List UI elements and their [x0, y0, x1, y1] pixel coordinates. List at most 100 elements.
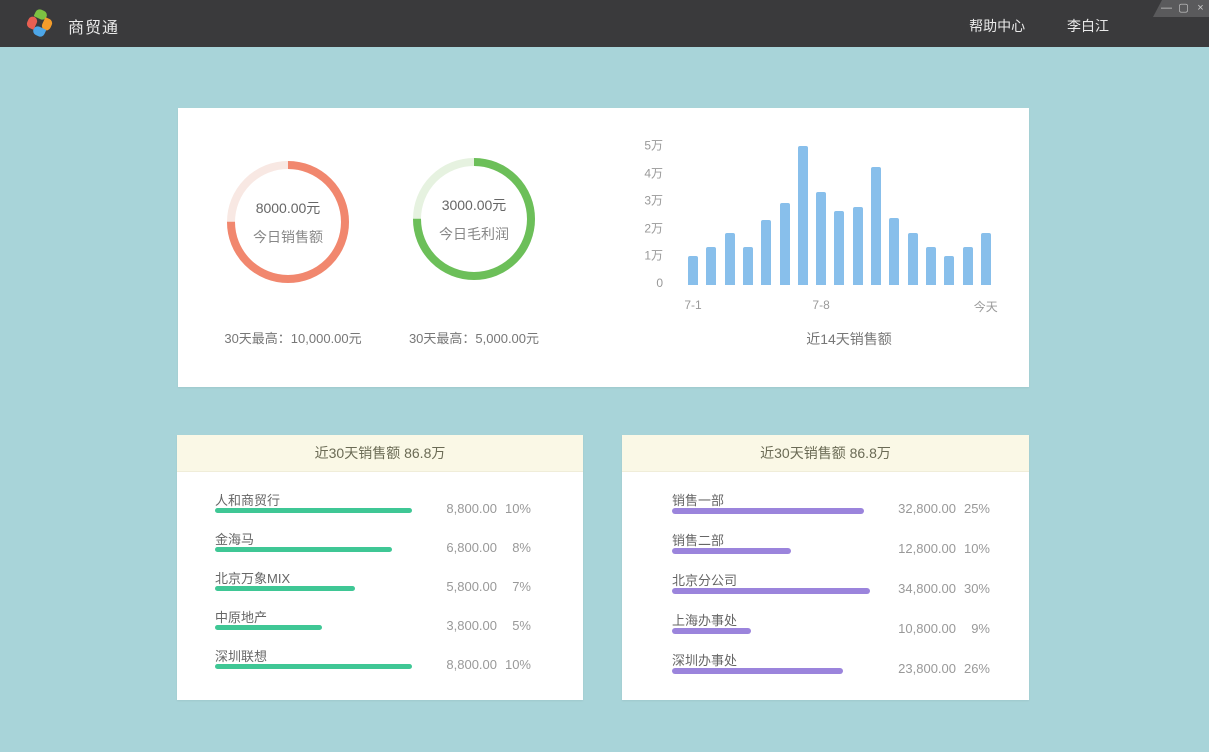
row-values: 8,800.0010%: [427, 657, 531, 672]
row-amount: 8,800.00: [427, 657, 497, 672]
row-bar: [215, 586, 355, 591]
y-tick-label: 0: [656, 276, 663, 290]
row-amount: 23,800.00: [886, 661, 956, 676]
row-amount: 32,800.00: [886, 501, 956, 516]
ranking-row: 深圳联想 8,800.0010%: [177, 644, 583, 683]
ranking-row: 深圳办事处 23,800.0026%: [622, 648, 1029, 688]
row-values: 3,800.005%: [427, 618, 531, 633]
row-values: 23,800.0026%: [886, 661, 990, 676]
sales-bar-3: [743, 247, 753, 286]
today-profit-gauge: 3000.00元 今日毛利润: [412, 157, 536, 281]
help-center-link[interactable]: 帮助中心: [969, 18, 1025, 34]
row-label: 销售二部: [672, 530, 724, 549]
bar-chart-y-axis: 5万4万3万2万1万0: [603, 108, 663, 298]
row-label: 深圳联想: [215, 646, 267, 665]
window-controls: — ▢ ×: [1153, 0, 1209, 17]
row-bar: [672, 508, 864, 514]
bar-chart-x-axis: 7-17-8今天: [688, 298, 1010, 314]
sales-bar-1: [706, 247, 716, 286]
sales-bar-2: [725, 233, 735, 285]
row-percent: 10%: [497, 657, 531, 672]
y-tick-label: 3万: [644, 192, 663, 209]
panel-header: 近30天销售额 86.8万: [622, 435, 1029, 472]
row-label: 北京万象MIX: [215, 568, 290, 587]
sales-bar-5: [780, 203, 790, 286]
sales-bar-8: [834, 211, 844, 285]
row-amount: 8,800.00: [427, 501, 497, 516]
sales-bar-13: [926, 247, 936, 286]
sales-bar-15: [963, 247, 973, 286]
ranking-row: 中原地产3,800.005%: [177, 605, 583, 644]
user-name-link[interactable]: 李白江: [1067, 18, 1109, 34]
row-bar: [672, 628, 751, 634]
gauge-label: 今日销售额: [253, 227, 323, 247]
gauge-value: 8000.00元: [256, 198, 321, 218]
row-label: 北京分公司: [672, 570, 737, 589]
sales-bar-0: [688, 256, 698, 285]
row-percent: 26%: [956, 661, 990, 676]
panel-title: 近30天销售额 86.8万: [760, 445, 891, 461]
ranking-row: 金海马 6,800.008%: [177, 527, 583, 566]
row-label: 金海马: [215, 529, 254, 548]
row-bar: [215, 625, 322, 630]
row-bar: [215, 547, 392, 552]
row-values: 8,800.0010%: [427, 501, 531, 516]
row-values: 32,800.0025%: [886, 501, 990, 516]
row-amount: 5,800.00: [427, 579, 497, 594]
ranking-row: 北京万象MIX 5,800.007%: [177, 566, 583, 605]
pinwheel-logo-icon: [26, 10, 54, 38]
ranking-row: 北京分公司 34,800.0030%: [622, 568, 1029, 608]
row-bar: [672, 588, 870, 594]
sales-bar-14: [944, 256, 954, 285]
row-amount: 34,800.00: [886, 581, 956, 596]
row-label: 深圳办事处: [672, 650, 737, 669]
departments-ranking-panel: 近30天销售额 86.8万 销售一部 32,800.0025% 销售二部 12,800…: [622, 435, 1029, 700]
row-percent: 9%: [956, 621, 990, 636]
ranking-row: 人和商贸行 8,800.0010%: [177, 488, 583, 527]
row-amount: 12,800.00: [886, 541, 956, 556]
y-tick-label: 4万: [644, 164, 663, 181]
sales-bar-10: [871, 167, 881, 285]
row-values: 5,800.007%: [427, 579, 531, 594]
gauge-label: 今日毛利润: [439, 224, 509, 244]
row-values: 12,800.0010%: [886, 541, 990, 556]
row-percent: 10%: [956, 541, 990, 556]
y-tick-label: 1万: [644, 247, 663, 264]
row-amount: 6,800.00: [427, 540, 497, 555]
gauge-value: 3000.00元: [442, 195, 507, 215]
row-label: 人和商贸行: [215, 490, 280, 509]
sales-bar-16: [981, 233, 991, 285]
bar-chart-title: 近14天销售额: [688, 329, 1010, 349]
profit-30d-max: 30天最高：5,000.00元: [364, 328, 584, 347]
row-values: 10,800.009%: [886, 621, 990, 636]
sales-bar-11: [889, 218, 899, 285]
row-percent: 7%: [497, 579, 531, 594]
row-percent: 10%: [497, 501, 531, 516]
panel-body: 销售一部 32,800.0025% 销售二部 12,800.0010% 北京分公司 34,…: [622, 472, 1029, 688]
row-values: 34,800.0030%: [886, 581, 990, 596]
top-bar: 商贸通 帮助中心 李白江 — ▢ ×: [0, 0, 1209, 47]
panel-title: 近30天销售额 86.8万: [315, 445, 446, 461]
row-percent: 30%: [956, 581, 990, 596]
maximize-button[interactable]: ▢: [1175, 0, 1192, 17]
app-title: 商贸通: [68, 14, 119, 38]
row-percent: 25%: [956, 501, 990, 516]
sales-bar-4: [761, 220, 771, 285]
ranking-row: 销售二部 12,800.0010%: [622, 528, 1029, 568]
row-percent: 5%: [497, 618, 531, 633]
bar-chart-bars: [688, 108, 1010, 285]
ranking-row: 上海办事处10,800.009%: [622, 608, 1029, 648]
close-button[interactable]: ×: [1192, 0, 1209, 17]
today-sales-gauge: 8000.00元 今日销售额: [226, 160, 350, 284]
minimize-button[interactable]: —: [1158, 0, 1175, 17]
row-bar: [215, 508, 412, 513]
row-bar: [215, 664, 412, 669]
row-label: 销售一部: [672, 490, 724, 509]
overview-panel: 8000.00元 今日销售额 30天最高：10,000.00元 3000.00元…: [178, 108, 1029, 387]
sales-bar-12: [908, 233, 918, 285]
x-tick-label: 7-8: [812, 298, 829, 312]
row-percent: 8%: [497, 540, 531, 555]
row-bar: [672, 668, 843, 674]
row-values: 6,800.008%: [427, 540, 531, 555]
ranking-row: 销售一部 32,800.0025%: [622, 488, 1029, 528]
